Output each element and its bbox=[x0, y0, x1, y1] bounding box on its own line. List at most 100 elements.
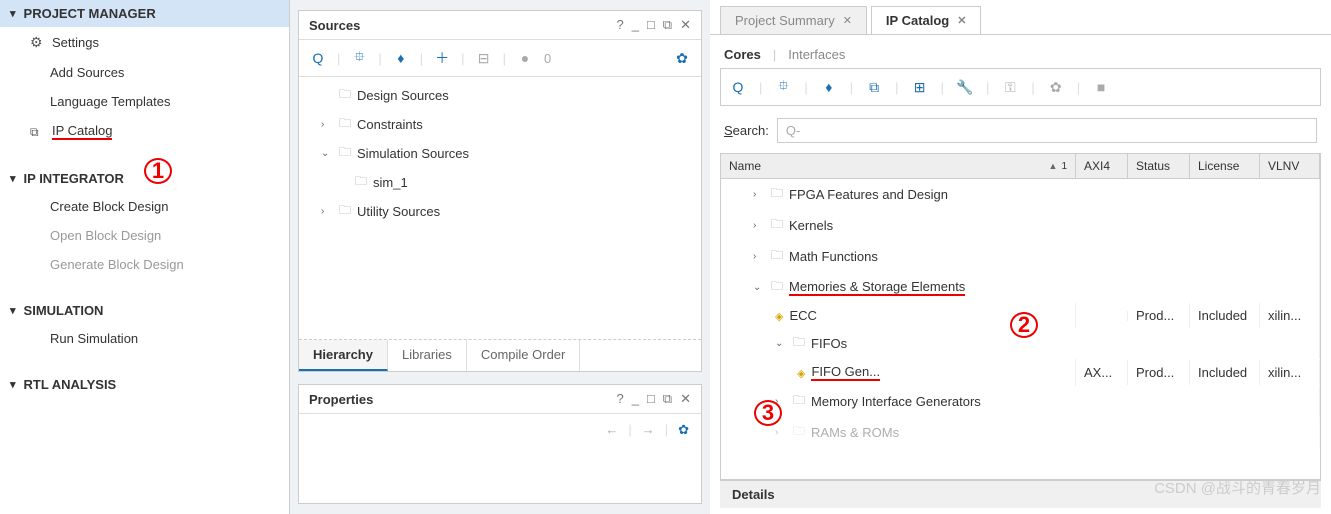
tree-simulation-sources[interactable]: ⌄ 🗀 Simulation Sources bbox=[299, 139, 701, 168]
nav-create-block-design[interactable]: Create Block Design bbox=[0, 192, 289, 221]
close-icon[interactable]: ✕ bbox=[843, 14, 852, 27]
nav-label: IP Catalog bbox=[52, 123, 112, 140]
panel-title: Sources bbox=[309, 18, 360, 33]
minimize-icon[interactable]: _ bbox=[632, 17, 639, 33]
search-icon[interactable]: Q bbox=[309, 50, 327, 66]
search-icon[interactable]: Q bbox=[729, 79, 747, 95]
back-icon[interactable]: ← bbox=[605, 422, 618, 438]
properties-panel: Properties ? _ □ ⧉ ✕ ← | → | ✿ bbox=[298, 384, 702, 504]
tree-constraints[interactable]: › 🗀 Constraints bbox=[299, 110, 701, 139]
tree-label: Constraints bbox=[357, 117, 423, 132]
maximize-icon[interactable]: ⧉ bbox=[663, 17, 672, 33]
collapse-all-icon[interactable]: ⯐ bbox=[774, 75, 792, 99]
collapse-all-icon[interactable]: ⯐ bbox=[350, 46, 368, 70]
nav-label: Run Simulation bbox=[50, 331, 138, 346]
ip-folder-row[interactable]: ›🗀Math Functions bbox=[721, 241, 1320, 272]
expand-icon[interactable]: ♦ bbox=[392, 50, 410, 66]
maximize-icon[interactable]: ⧉ bbox=[663, 391, 672, 407]
wrench-icon[interactable]: 🔧 bbox=[956, 79, 974, 96]
ip-icon bbox=[30, 124, 44, 140]
col-name[interactable]: Name ▲ 1 bbox=[721, 154, 1076, 178]
ip-folder-fifos[interactable]: ⌄🗀FIFOs bbox=[721, 328, 1320, 359]
nav-label: Generate Block Design bbox=[50, 257, 184, 272]
forward-icon[interactable]: → bbox=[642, 422, 655, 438]
tab-project-summary[interactable]: Project Summary ✕ bbox=[720, 6, 867, 34]
help-icon[interactable]: ? bbox=[616, 391, 623, 407]
ip-folder-row[interactable]: ›🗀Memory Interface Generators bbox=[721, 386, 1320, 417]
search-input[interactable]: Q- bbox=[777, 118, 1317, 143]
customize-icon[interactable]: ⊞ bbox=[911, 79, 929, 96]
section-project-manager[interactable]: ▾ PROJECT MANAGER bbox=[0, 0, 289, 27]
right-panel: Project Summary ✕ IP Catalog ✕ Cores | I… bbox=[710, 0, 1331, 514]
nav-generate-block-design[interactable]: Generate Block Design bbox=[0, 250, 289, 279]
nav-open-block-design[interactable]: Open Block Design bbox=[0, 221, 289, 250]
subtab-cores[interactable]: Cores bbox=[724, 47, 761, 62]
help-icon[interactable]: ? bbox=[616, 17, 623, 33]
tab-compile-order[interactable]: Compile Order bbox=[467, 340, 581, 371]
restore-icon[interactable]: □ bbox=[647, 17, 655, 33]
tree-design-sources[interactable]: 🗀 Design Sources bbox=[299, 81, 701, 110]
subtab-interfaces[interactable]: Interfaces bbox=[788, 47, 845, 62]
gear-icon[interactable]: ✿ bbox=[1047, 79, 1065, 96]
section-simulation[interactable]: ▾ SIMULATION bbox=[0, 297, 289, 324]
tree-label: Utility Sources bbox=[357, 204, 440, 219]
col-status[interactable]: Status bbox=[1128, 154, 1190, 178]
close-icon[interactable]: ✕ bbox=[957, 14, 966, 27]
navigator-panel: ▾ PROJECT MANAGER Settings Add Sources L… bbox=[0, 0, 290, 514]
search-row: Search: Q- bbox=[720, 114, 1321, 153]
nav-label: Language Templates bbox=[50, 94, 170, 109]
circle-icon[interactable]: ● bbox=[516, 50, 534, 66]
restore-icon[interactable]: □ bbox=[647, 391, 655, 407]
group-icon[interactable]: ⧉ bbox=[865, 79, 883, 96]
ip-catalog-body: Cores | Interfaces Q | ⯐ | ♦ | ⧉ | ⊞ | 🔧… bbox=[710, 34, 1331, 514]
col-vlnv[interactable]: VLNV bbox=[1260, 154, 1320, 178]
settings-icon[interactable]: ✿ bbox=[673, 50, 691, 67]
add-icon[interactable]: ＋ bbox=[433, 48, 451, 68]
chevron-down-icon: ▾ bbox=[10, 7, 16, 20]
tree-label: Design Sources bbox=[357, 88, 449, 103]
ip-folder-row[interactable]: ›🗀RAMs & ROMs bbox=[721, 417, 1320, 448]
expand-icon[interactable]: ♦ bbox=[820, 79, 838, 95]
nav-language-templates[interactable]: Language Templates bbox=[0, 87, 289, 116]
section-label: SIMULATION bbox=[24, 303, 104, 318]
sort-asc-icon: ▲ bbox=[1049, 161, 1058, 171]
nav-add-sources[interactable]: Add Sources bbox=[0, 58, 289, 87]
ip-item-fifo-generator[interactable]: FIFO Gen... AX... Prod... Included xilin… bbox=[721, 359, 1320, 386]
properties-nav: ← | → | ✿ bbox=[299, 414, 701, 446]
nav-settings[interactable]: Settings bbox=[0, 27, 289, 58]
search-label: Search: bbox=[724, 123, 769, 138]
ip-grid-header: Name ▲ 1 AXI4 Status License VLNV bbox=[720, 153, 1321, 179]
col-axi4[interactable]: AXI4 bbox=[1076, 154, 1128, 178]
nav-run-simulation[interactable]: Run Simulation bbox=[0, 324, 289, 353]
ip-item-ecc[interactable]: ECC Prod... Included xilin... bbox=[721, 303, 1320, 328]
ip-folder-memories[interactable]: ⌄🗀Memories & Storage Elements bbox=[721, 272, 1320, 303]
ip-chip-icon bbox=[775, 308, 783, 323]
key-icon[interactable]: ⚿ bbox=[1001, 79, 1019, 96]
ip-folder-row[interactable]: ›🗀Kernels bbox=[721, 210, 1320, 241]
ip-folder-row[interactable]: ›🗀FPGA Features and Design bbox=[721, 179, 1320, 210]
stop-icon[interactable]: ■ bbox=[1092, 79, 1110, 95]
details-header[interactable]: Details bbox=[720, 480, 1321, 508]
show-icon[interactable]: ⊟ bbox=[475, 50, 493, 67]
close-icon[interactable]: ✕ bbox=[680, 391, 691, 407]
minimize-icon[interactable]: _ bbox=[632, 391, 639, 407]
tab-ip-catalog[interactable]: IP Catalog ✕ bbox=[871, 6, 982, 34]
section-rtl-analysis[interactable]: ▾ RTL ANALYSIS bbox=[0, 371, 289, 398]
tree-sim-1[interactable]: 🗀 sim_1 bbox=[299, 168, 701, 197]
nav-label: Add Sources bbox=[50, 65, 124, 80]
tab-label: IP Catalog bbox=[886, 13, 949, 28]
ip-grid-body: ›🗀FPGA Features and Design ›🗀Kernels ›🗀M… bbox=[720, 179, 1321, 480]
tab-libraries[interactable]: Libraries bbox=[388, 340, 467, 371]
settings-icon[interactable]: ✿ bbox=[678, 422, 689, 438]
section-ip-integrator[interactable]: ▾ IP INTEGRATOR bbox=[0, 165, 289, 192]
chevron-right-icon: › bbox=[321, 206, 333, 217]
sources-titlebar: Sources ? _ □ ⧉ ✕ bbox=[299, 11, 701, 40]
close-icon[interactable]: ✕ bbox=[680, 17, 691, 33]
tab-hierarchy[interactable]: Hierarchy bbox=[299, 340, 388, 371]
folder-icon: 🗀 bbox=[355, 172, 367, 193]
nav-ip-catalog[interactable]: IP Catalog bbox=[0, 116, 289, 147]
sources-toolbar: Q | ⯐ | ♦ | ＋ | ⊟ | ● 0 ✿ bbox=[299, 40, 701, 77]
tree-utility-sources[interactable]: › 🗀 Utility Sources bbox=[299, 197, 701, 226]
section-label: IP INTEGRATOR bbox=[24, 171, 124, 186]
col-license[interactable]: License bbox=[1190, 154, 1260, 178]
